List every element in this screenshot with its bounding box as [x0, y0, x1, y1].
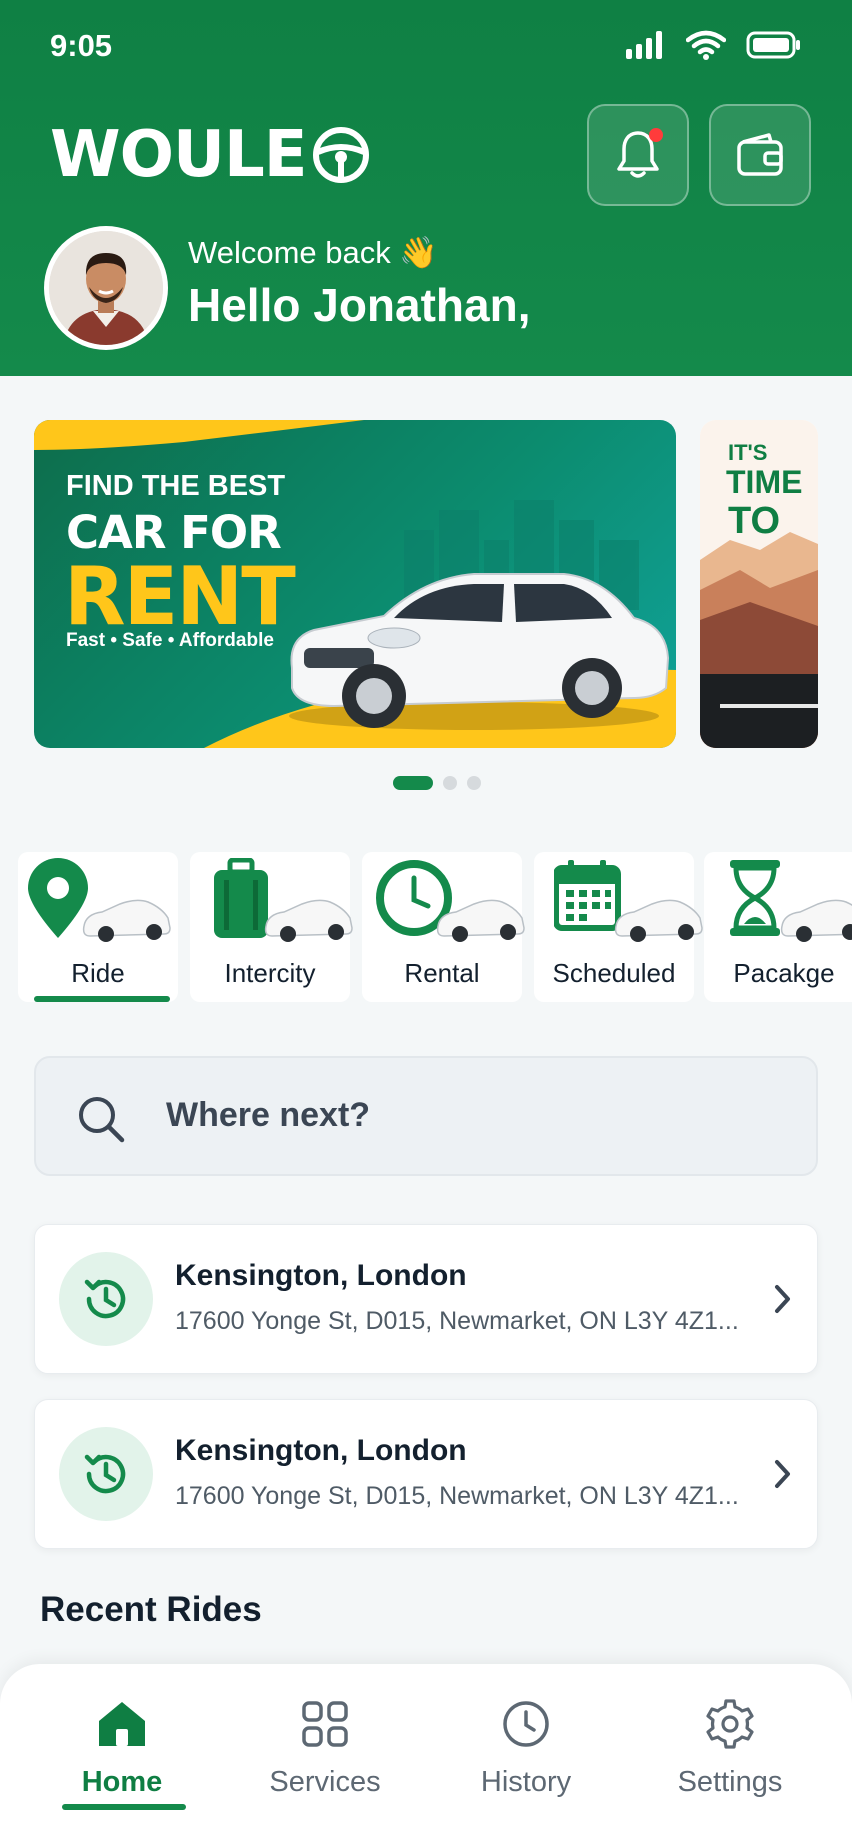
home-icon [99, 1702, 145, 1746]
suitcase-icon [214, 858, 353, 942]
carousel-dot-3[interactable] [467, 776, 481, 790]
search-placeholder: Where next? [166, 1096, 371, 1134]
notification-dot [649, 128, 663, 142]
service-package-label: Pacakge [733, 958, 835, 988]
status-icons [626, 30, 802, 60]
service-intercity-label: Intercity [224, 958, 316, 988]
service-intercity[interactable]: Intercity [190, 852, 353, 1002]
service-scheduled-label: Scheduled [552, 958, 676, 988]
nav-services-label: Services [269, 1766, 381, 1798]
calendar-icon [554, 860, 703, 942]
search-input[interactable]: Where next? [34, 1056, 818, 1176]
history-icon [59, 1252, 153, 1346]
place-address: 17600 Yonge St, D015, Newmarket, ON L3Y … [175, 1482, 739, 1510]
chevron-right-icon [775, 1460, 790, 1488]
nav-settings[interactable]: Settings [640, 1694, 820, 1799]
side-banner-line2: TIME [726, 464, 803, 500]
service-rental-label: Rental [404, 958, 480, 988]
gear-icon [706, 1699, 754, 1749]
nav-active-indicator [62, 1804, 186, 1810]
header: 9:05 WOULE Welcome back 👋 Hello Jonathan… [0, 0, 852, 376]
search-icon [79, 1097, 125, 1143]
bottom-navigation: Home Services History Settings [0, 1664, 852, 1846]
wallet-icon [737, 133, 783, 176]
welcome-text: Welcome back 👋 [188, 235, 438, 270]
sedan-car-image [289, 573, 670, 730]
brand-logo: WOULE [50, 118, 370, 192]
place-title: Kensington, London [175, 1434, 467, 1467]
service-active-indicator [34, 996, 170, 1002]
side-banner-line3: TO [728, 500, 781, 542]
service-rental[interactable]: Rental [362, 852, 525, 1002]
avatar-portrait [49, 231, 163, 345]
nav-home-label: Home [81, 1766, 163, 1798]
brand-name: WOULE [50, 118, 307, 192]
status-time: 9:05 [50, 28, 113, 63]
nav-services[interactable]: Services [235, 1694, 415, 1799]
carousel-dot-1[interactable] [393, 776, 433, 790]
service-ride[interactable]: Ride [18, 852, 178, 1002]
steering-wheel-icon [313, 127, 370, 183]
carousel-pagination [0, 776, 852, 790]
nav-history-label: History [480, 1766, 572, 1798]
promo-banner-travel[interactable]: IT'S TIME TO [700, 420, 818, 748]
clock-icon [376, 860, 525, 942]
place-address: 17600 Yonge St, D015, Newmarket, ON L3Y … [175, 1307, 739, 1335]
nav-settings-label: Settings [677, 1766, 783, 1798]
promo-banner-rent[interactable]: FIND THE BEST CAR FOR RENT Fast • Safe •… [34, 420, 676, 748]
chevron-right-icon [775, 1285, 790, 1313]
grid-icon [302, 1701, 348, 1747]
hourglass-icon [730, 860, 852, 942]
service-categories: Ride Intercity Rental Scheduled Pacakge [0, 852, 852, 1012]
service-ride-label: Ride [71, 958, 125, 988]
service-package[interactable]: Pacakge [704, 852, 852, 1002]
place-title: Kensington, London [175, 1259, 467, 1292]
wifi-icon [686, 30, 726, 60]
service-scheduled[interactable]: Scheduled [534, 852, 703, 1002]
banner-tagline: Fast • Safe • Affordable [66, 630, 274, 651]
side-banner-line1: IT'S [728, 440, 768, 465]
status-bar: 9:05 [0, 0, 852, 90]
wallet-button[interactable] [709, 104, 811, 206]
battery-icon [746, 31, 800, 59]
history-icon [59, 1427, 153, 1521]
location-pin-icon [28, 858, 171, 942]
greeting-text: Hello Jonathan, [188, 279, 531, 331]
clock-icon [503, 1701, 549, 1747]
recent-place-card[interactable]: Kensington, London 17600 Yonge St, D015,… [34, 1224, 818, 1374]
nav-home[interactable]: Home [32, 1694, 212, 1799]
carousel-dot-2[interactable] [443, 776, 457, 790]
user-avatar[interactable] [44, 226, 168, 350]
recent-place-card[interactable]: Kensington, London 17600 Yonge St, D015,… [34, 1399, 818, 1549]
promo-carousel[interactable]: FIND THE BEST CAR FOR RENT Fast • Safe •… [0, 420, 852, 750]
recent-rides-title: Recent Rides [40, 1590, 262, 1629]
nav-history[interactable]: History [436, 1694, 616, 1799]
signal-icon [626, 31, 662, 59]
notifications-button[interactable] [587, 104, 689, 206]
banner-line1: FIND THE BEST [66, 470, 286, 502]
